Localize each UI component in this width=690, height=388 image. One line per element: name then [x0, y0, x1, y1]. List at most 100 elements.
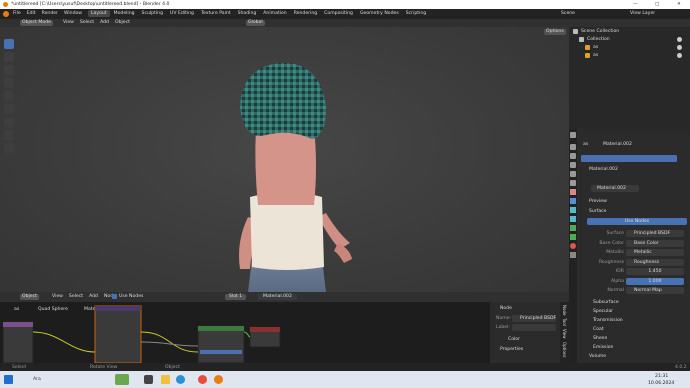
- tab-shading[interactable]: Shading: [235, 10, 260, 17]
- mode-selector[interactable]: Object Mode: [20, 20, 53, 26]
- tab-geometry-nodes[interactable]: Geometry Nodes: [357, 10, 402, 17]
- node-mapping[interactable]: [94, 305, 142, 363]
- tab-layout[interactable]: Layout: [88, 10, 110, 17]
- sidebar-tab-tool[interactable]: Tool: [562, 318, 567, 326]
- tool-tab-icon[interactable]: [570, 132, 576, 138]
- surface-section[interactable]: Surface: [589, 209, 607, 214]
- scale-tool-icon[interactable]: [4, 91, 14, 101]
- cursor-tool-icon[interactable]: [4, 52, 14, 62]
- viewport-menu-select[interactable]: Select: [80, 20, 94, 25]
- menu-window[interactable]: Window: [64, 11, 82, 16]
- tab-scripting[interactable]: Scripting: [403, 10, 429, 17]
- opera-icon[interactable]: [198, 375, 207, 384]
- add-cube-tool-icon[interactable]: [4, 143, 14, 153]
- annotate-tool-icon[interactable]: [4, 117, 14, 127]
- tab-sculpting[interactable]: Sculpting: [139, 10, 166, 17]
- select-box-tool-icon[interactable]: [4, 39, 14, 49]
- transform-orientation[interactable]: Global: [246, 20, 265, 26]
- rotate-tool-icon[interactable]: [4, 78, 14, 88]
- close-button[interactable]: ✕: [677, 2, 681, 7]
- sidebar-tab-options[interactable]: Options: [562, 342, 567, 357]
- tab-compositing[interactable]: Compositing: [321, 10, 356, 17]
- sidebar-tab-view[interactable]: View: [562, 329, 567, 339]
- scene-selector[interactable]: Scene: [561, 11, 575, 16]
- outliner-item[interactable]: as: [569, 44, 690, 52]
- weather-widget-icon[interactable]: [115, 374, 129, 385]
- menu-render[interactable]: Render: [42, 11, 58, 16]
- menu-edit[interactable]: Edit: [27, 11, 36, 16]
- render-tab-icon[interactable]: [570, 144, 576, 150]
- maximize-button[interactable]: □: [655, 2, 659, 7]
- use-nodes-button[interactable]: Use Nodes: [587, 218, 687, 225]
- file-explorer-icon[interactable]: [161, 375, 170, 384]
- view-layer-tab-icon[interactable]: [570, 162, 576, 168]
- outliner-item[interactable]: as: [569, 52, 690, 60]
- subsection-emission[interactable]: Emission: [579, 343, 690, 352]
- node-color-section[interactable]: Color: [508, 337, 520, 342]
- viewport-menu-object[interactable]: Object: [115, 20, 130, 25]
- options-button[interactable]: Options: [544, 29, 566, 35]
- task-view-icon[interactable]: [144, 375, 153, 384]
- visibility-eye-icon[interactable]: [677, 53, 682, 58]
- world-tab-icon[interactable]: [570, 180, 576, 186]
- outliner-item[interactable]: Collection: [569, 36, 690, 44]
- subsection-subsurface[interactable]: Subsurface: [579, 298, 690, 307]
- taskbar-search[interactable]: Ara: [33, 377, 41, 382]
- subsection-coat[interactable]: Coat: [579, 325, 690, 334]
- tab-texture-paint[interactable]: Texture Paint: [198, 10, 234, 17]
- minimize-button[interactable]: —: [633, 2, 638, 7]
- node-editor[interactable]: as Quad Sphere Material.002 Node Name: P…: [0, 302, 569, 363]
- viewport-menu-view[interactable]: View: [63, 20, 74, 25]
- edge-icon[interactable]: [176, 375, 185, 384]
- move-tool-icon[interactable]: [4, 65, 14, 75]
- blender-menu-icon[interactable]: [3, 11, 9, 17]
- sidebar-tab-node[interactable]: Node: [562, 305, 567, 315]
- constraints-tab-icon[interactable]: [570, 225, 576, 231]
- node-image-texture[interactable]: [2, 321, 34, 363]
- property-value[interactable]: Base Color: [626, 239, 684, 247]
- outliner-item[interactable]: Scene Collection: [569, 28, 690, 36]
- slot-selector[interactable]: Slot 1: [225, 294, 247, 300]
- tab-uv-editing[interactable]: UV Editing: [167, 10, 197, 17]
- node-material-output[interactable]: [249, 326, 281, 348]
- subsection-sheen[interactable]: Sheen: [579, 334, 690, 343]
- node-menu-view[interactable]: View: [52, 294, 63, 299]
- subsection-transmission[interactable]: Transmission: [579, 316, 690, 325]
- viewport-menu-add[interactable]: Add: [100, 20, 109, 25]
- object-type-selector[interactable]: Object: [20, 294, 39, 300]
- property-value[interactable]: Metallic: [626, 249, 684, 256]
- tab-modeling[interactable]: Modeling: [111, 10, 138, 17]
- material-list-item[interactable]: Material.002: [581, 155, 677, 172]
- property-value[interactable]: Principled BSDF: [626, 230, 684, 237]
- preview-section[interactable]: Preview: [589, 199, 607, 204]
- material-field[interactable]: Material.002: [591, 185, 639, 192]
- node-principled-bsdf[interactable]: [197, 325, 245, 363]
- property-value[interactable]: Normal Map: [626, 287, 684, 294]
- visibility-eye-icon[interactable]: [677, 37, 682, 42]
- node-properties-section[interactable]: Properties: [500, 347, 523, 352]
- node-menu-select[interactable]: Select: [69, 294, 83, 299]
- material-selector[interactable]: Material.002: [258, 294, 297, 300]
- data-tab-icon[interactable]: [570, 234, 576, 240]
- volume-section[interactable]: Volume: [589, 354, 606, 359]
- property-value[interactable]: 1.000: [626, 277, 684, 285]
- windows-start-icon[interactable]: [4, 375, 13, 384]
- menu-file[interactable]: File: [13, 11, 21, 16]
- node-label-field[interactable]: [512, 324, 556, 331]
- node-name-field[interactable]: Principled BSDF: [512, 315, 556, 322]
- object-tab-icon[interactable]: [570, 189, 576, 195]
- transform-tool-icon[interactable]: [4, 104, 14, 114]
- physics-tab-icon[interactable]: [570, 216, 576, 222]
- material-tab-icon[interactable]: [570, 243, 576, 249]
- particles-tab-icon[interactable]: [570, 207, 576, 213]
- node-menu-add[interactable]: Add: [89, 294, 98, 299]
- tab-animation[interactable]: Animation: [260, 10, 289, 17]
- subsection-specular[interactable]: Specular: [579, 307, 690, 316]
- measure-tool-icon[interactable]: [4, 130, 14, 140]
- output-tab-icon[interactable]: [570, 153, 576, 159]
- texture-tab-icon[interactable]: [570, 252, 576, 258]
- 3d-viewport[interactable]: Options: [0, 27, 569, 292]
- view-layer-selector[interactable]: View Layer: [630, 11, 655, 16]
- blender-taskbar-icon[interactable]: [214, 375, 223, 384]
- use-nodes-checkbox[interactable]: [112, 294, 117, 299]
